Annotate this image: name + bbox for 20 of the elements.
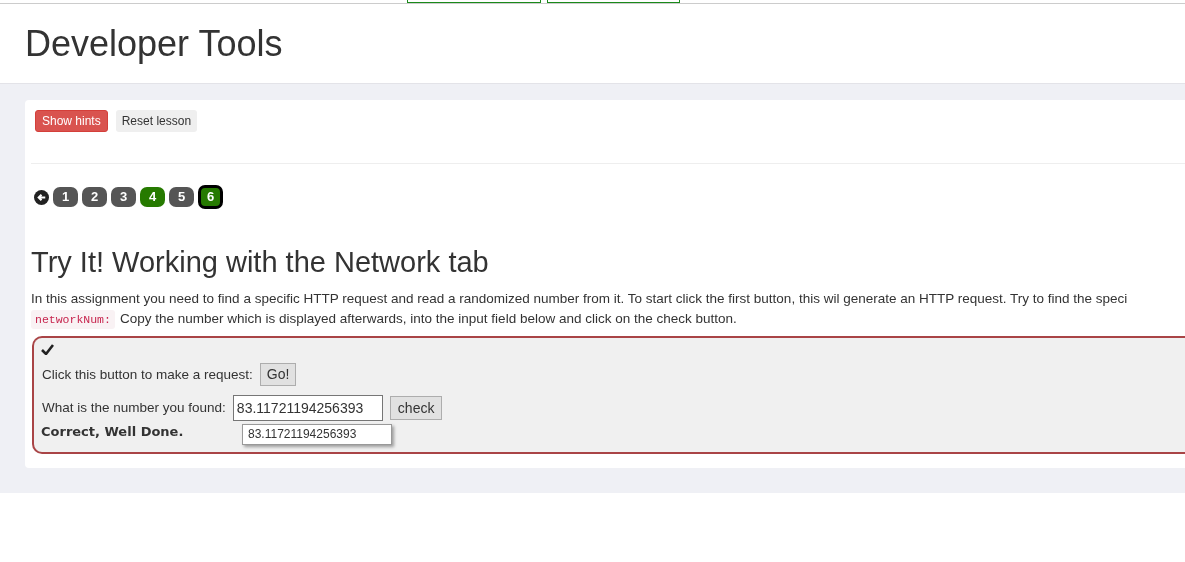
- lesson-title: Try It! Working with the Network tab: [31, 248, 490, 277]
- number-label: What is the number you found:: [42, 399, 226, 418]
- request-label: Click this button to make a request:: [42, 365, 253, 384]
- check-button[interactable]: check: [389, 396, 443, 421]
- page-button[interactable]: 5: [169, 187, 194, 207]
- page-button[interactable]: 3: [111, 187, 136, 207]
- lesson-instruction: Copy the number which is displayed afterwards, into the input field below and click on the check button.: [119, 310, 737, 328]
- page-title: Developer Tools: [25, 25, 283, 62]
- page-button[interactable]: 6: [198, 185, 223, 209]
- autocomplete-suggestion[interactable]: 83.11721194256393: [242, 424, 392, 446]
- page-button[interactable]: 2: [82, 187, 107, 207]
- feedback-message: Correct, Well Done.: [41, 423, 184, 442]
- reset-button[interactable]: Reset lesson: [115, 110, 198, 132]
- number-input[interactable]: 83.11721194256393: [232, 395, 383, 422]
- page-button[interactable]: 1: [53, 187, 78, 207]
- go-button[interactable]: Go!: [259, 363, 297, 387]
- page-button[interactable]: 4: [140, 187, 165, 207]
- lesson-intro: In this assignment you need to find a specific HTTP request and read a randomized number from it. To start click the first button, this wil generate an HTTP request. Try to find the speci: [31, 290, 1129, 308]
- show-hints-button[interactable]: Show hints: [35, 110, 108, 132]
- code-snippet: networkNum:: [31, 309, 115, 329]
